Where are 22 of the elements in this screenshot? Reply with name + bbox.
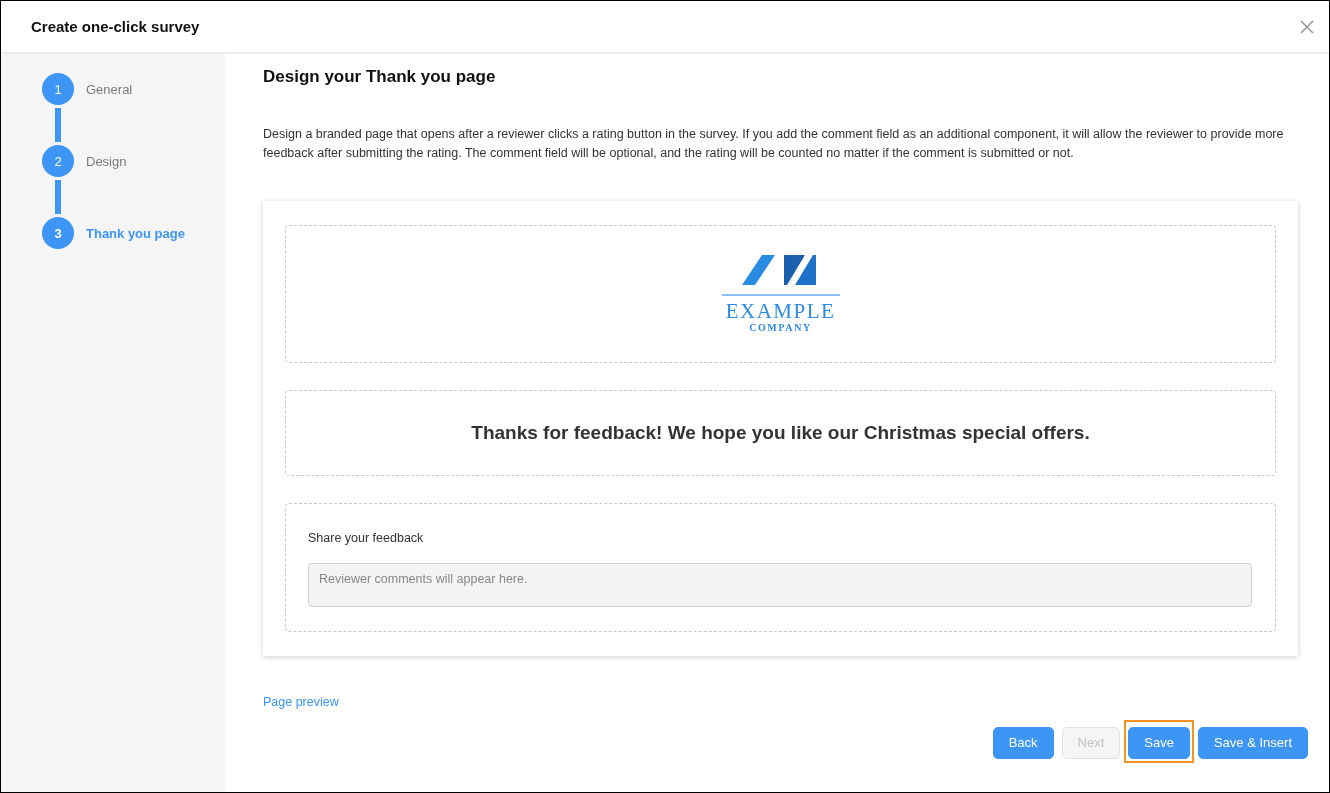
feedback-label: Share your feedback: [308, 530, 424, 546]
dialog-title: Create one-click survey: [31, 18, 200, 35]
step-label[interactable]: General: [86, 81, 133, 97]
step-connector: [55, 180, 61, 214]
step-label[interactable]: Thank you page: [86, 225, 185, 241]
step-number: 2: [42, 145, 74, 177]
step-number: 1: [42, 73, 74, 105]
close-icon[interactable]: [1300, 19, 1314, 34]
footer-button[interactable]: Save & Insert: [1197, 727, 1308, 759]
page-description: Design a branded page that opens after a reviewer clicks a rating button in the survey. If you add the comment field as an additional component, it will allow the reviewer to provide more feedback after submitting the rating. The comment field will be optional, and the rating will be counted no matter if the comment is submitted or not.: [263, 126, 1285, 162]
thank-you-message: Thanks for feedback! We hope you like our Christmas special offers.: [471, 422, 1090, 444]
comment-field[interactable]: Reviewer comments will appear here.: [308, 563, 1252, 607]
logo-tagline: COMPANY: [749, 321, 812, 334]
step-label[interactable]: Design: [86, 153, 127, 169]
footer-button[interactable]: Back: [992, 727, 1054, 759]
logo-name: EXAMPLE: [725, 300, 836, 321]
logo-icon: [742, 254, 816, 285]
page-preview-link[interactable]: Page preview: [263, 694, 339, 710]
step-connector: [55, 108, 61, 142]
step-number: 3: [42, 217, 74, 249]
page-heading: Design your Thank you page: [263, 66, 497, 88]
footer-button[interactable]: Save: [1124, 720, 1194, 763]
